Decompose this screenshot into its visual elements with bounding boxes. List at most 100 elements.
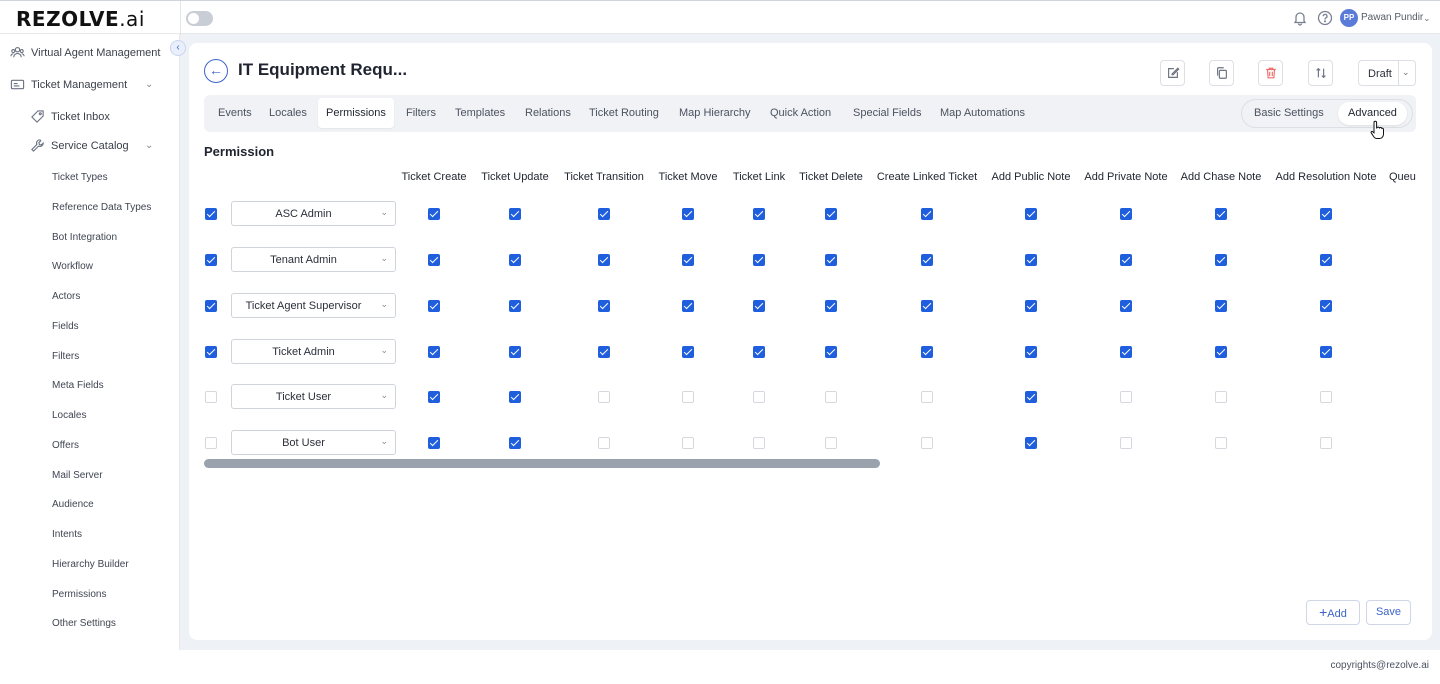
permission-checkbox[interactable] xyxy=(1320,391,1332,403)
permission-checkbox[interactable] xyxy=(1120,391,1132,403)
permission-checkbox[interactable] xyxy=(509,254,521,266)
tab-locales[interactable]: Locales xyxy=(261,98,315,128)
tab-permissions[interactable]: Permissions xyxy=(318,98,394,128)
sidebar-item-meta-fields[interactable]: Meta Fields xyxy=(52,380,104,391)
permission-checkbox[interactable] xyxy=(1120,437,1132,449)
permission-checkbox[interactable] xyxy=(825,391,837,403)
permission-checkbox[interactable] xyxy=(825,300,837,312)
permission-checkbox[interactable] xyxy=(921,208,933,220)
permission-checkbox[interactable] xyxy=(921,391,933,403)
sidebar-item-ticket-types[interactable]: Ticket Types xyxy=(52,172,108,183)
tab-ticket-routing[interactable]: Ticket Routing xyxy=(581,98,667,128)
permission-checkbox[interactable] xyxy=(1025,208,1037,220)
row-select-checkbox[interactable] xyxy=(205,346,217,358)
permission-checkbox[interactable] xyxy=(509,391,521,403)
row-select-checkbox[interactable] xyxy=(205,208,217,220)
sidebar-item-intents[interactable]: Intents xyxy=(52,529,82,540)
permission-checkbox[interactable] xyxy=(1120,254,1132,266)
role-dropdown[interactable]: Ticket Agent Supervisor ⌄ xyxy=(231,293,396,318)
help-icon[interactable] xyxy=(1317,10,1333,26)
permission-checkbox[interactable] xyxy=(921,346,933,358)
chevron-down-icon[interactable]: ⌄ xyxy=(145,140,153,151)
sidebar-item-permissions[interactable]: Permissions xyxy=(52,589,106,600)
chevron-down-icon[interactable]: ⌄ xyxy=(145,79,153,90)
add-button[interactable]: +Add xyxy=(1306,600,1360,625)
permission-checkbox[interactable] xyxy=(825,208,837,220)
permission-checkbox[interactable] xyxy=(1025,437,1037,449)
permission-checkbox[interactable] xyxy=(428,208,440,220)
sidebar-item-ticket-inbox[interactable]: Ticket Inbox xyxy=(30,109,110,124)
permission-checkbox[interactable] xyxy=(682,346,694,358)
tab-filters[interactable]: Filters xyxy=(398,98,444,128)
tab-special-fields[interactable]: Special Fields xyxy=(845,98,929,128)
permission-checkbox[interactable] xyxy=(598,208,610,220)
tab-quick-action[interactable]: Quick Action xyxy=(762,98,839,128)
permission-checkbox[interactable] xyxy=(1320,437,1332,449)
permission-checkbox[interactable] xyxy=(598,437,610,449)
permission-checkbox[interactable] xyxy=(682,254,694,266)
permission-checkbox[interactable] xyxy=(509,437,521,449)
sidebar-item-bot-integration[interactable]: Bot Integration xyxy=(52,232,117,243)
sidebar-item-locales[interactable]: Locales xyxy=(52,410,86,421)
tab-map-hierarchy[interactable]: Map Hierarchy xyxy=(671,98,759,128)
sidebar-item-actors[interactable]: Actors xyxy=(52,291,80,302)
sidebar-item-workflow[interactable]: Workflow xyxy=(52,261,93,272)
role-dropdown[interactable]: Tenant Admin ⌄ xyxy=(231,247,396,272)
permission-checkbox[interactable] xyxy=(753,346,765,358)
permission-checkbox[interactable] xyxy=(753,391,765,403)
permission-checkbox[interactable] xyxy=(682,300,694,312)
permission-checkbox[interactable] xyxy=(682,437,694,449)
permission-checkbox[interactable] xyxy=(1025,346,1037,358)
permission-checkbox[interactable] xyxy=(428,391,440,403)
sidebar-item-reference-data-types[interactable]: Reference Data Types xyxy=(52,202,151,213)
permission-checkbox[interactable] xyxy=(753,437,765,449)
permission-checkbox[interactable] xyxy=(598,346,610,358)
edit-button[interactable] xyxy=(1160,60,1185,86)
permission-checkbox[interactable] xyxy=(1215,254,1227,266)
permission-checkbox[interactable] xyxy=(428,300,440,312)
tab-events[interactable]: Events xyxy=(210,98,260,128)
sidebar-item-mail-server[interactable]: Mail Server xyxy=(52,470,103,481)
permission-checkbox[interactable] xyxy=(1215,300,1227,312)
role-dropdown[interactable]: ASC Admin ⌄ xyxy=(231,201,396,226)
sidebar-item-ticket-management[interactable]: Ticket Management xyxy=(10,77,127,92)
sidebar-item-filters[interactable]: Filters xyxy=(52,351,79,362)
permission-checkbox[interactable] xyxy=(1215,208,1227,220)
permission-checkbox[interactable] xyxy=(825,437,837,449)
permission-checkbox[interactable] xyxy=(1120,300,1132,312)
row-select-checkbox[interactable] xyxy=(205,391,217,403)
permission-checkbox[interactable] xyxy=(1120,208,1132,220)
role-dropdown[interactable]: Ticket Admin ⌄ xyxy=(231,339,396,364)
permission-checkbox[interactable] xyxy=(1215,346,1227,358)
sidebar-item-other-settings[interactable]: Other Settings xyxy=(52,618,116,629)
sidebar-item-hierarchy-builder[interactable]: Hierarchy Builder xyxy=(52,559,129,570)
horizontal-scrollbar[interactable] xyxy=(204,459,880,468)
tab-relations[interactable]: Relations xyxy=(517,98,579,128)
status-dropdown[interactable]: Draft ⌄ xyxy=(1358,60,1416,86)
permission-checkbox[interactable] xyxy=(825,254,837,266)
sort-button[interactable] xyxy=(1308,60,1333,86)
permission-checkbox[interactable] xyxy=(598,254,610,266)
sidebar-item-virtual-agent[interactable]: Virtual Agent Management xyxy=(10,45,160,60)
collapse-sidebar-button[interactable]: ‹ xyxy=(170,40,186,56)
save-button[interactable]: Save xyxy=(1366,600,1411,625)
sidebar-item-fields[interactable]: Fields xyxy=(52,321,79,332)
permission-checkbox[interactable] xyxy=(428,254,440,266)
permission-checkbox[interactable] xyxy=(753,300,765,312)
chevron-down-icon[interactable]: ⌄ xyxy=(1423,13,1431,24)
permission-checkbox[interactable] xyxy=(753,208,765,220)
permission-checkbox[interactable] xyxy=(1025,254,1037,266)
delete-button[interactable] xyxy=(1258,60,1283,86)
avatar[interactable]: PP xyxy=(1340,9,1358,27)
row-select-checkbox[interactable] xyxy=(205,254,217,266)
permission-checkbox[interactable] xyxy=(921,300,933,312)
permission-checkbox[interactable] xyxy=(509,346,521,358)
basic-settings-toggle[interactable]: Basic Settings xyxy=(1244,102,1334,125)
back-button[interactable]: ← xyxy=(204,59,228,83)
role-dropdown[interactable]: Bot User ⌄ xyxy=(231,430,396,455)
role-dropdown[interactable]: Ticket User ⌄ xyxy=(231,384,396,409)
tab-map-automations[interactable]: Map Automations xyxy=(932,98,1033,128)
permission-checkbox[interactable] xyxy=(682,208,694,220)
permission-checkbox[interactable] xyxy=(1215,437,1227,449)
row-select-checkbox[interactable] xyxy=(205,437,217,449)
